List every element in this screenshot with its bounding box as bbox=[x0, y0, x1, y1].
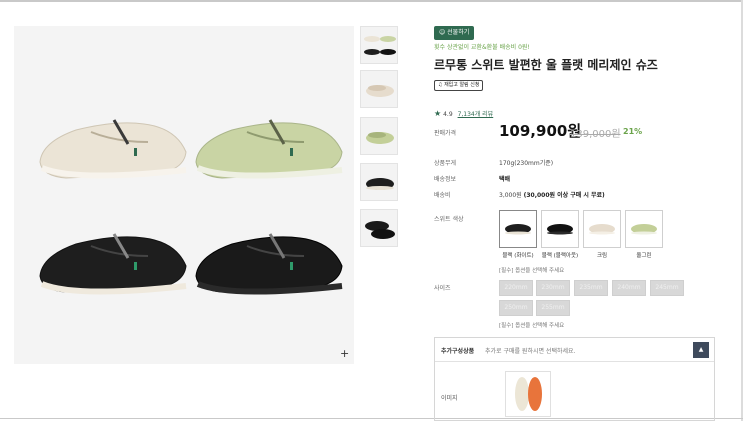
thumbnail-4[interactable] bbox=[360, 163, 398, 201]
black-white-shoe-swatch bbox=[505, 224, 531, 235]
spec-value-shipping: 택배 bbox=[499, 174, 510, 183]
cream-shoe-swatch bbox=[589, 224, 615, 235]
color-name: 블랙 (화이트) bbox=[502, 253, 534, 259]
insole-product-image[interactable] bbox=[505, 371, 551, 417]
color-swatch bbox=[499, 210, 537, 248]
color-option-all-green[interactable]: 올그린 bbox=[625, 210, 663, 259]
rating-score: 4.9 bbox=[443, 111, 453, 118]
spec-label-weight: 상품무게 bbox=[434, 160, 457, 167]
addon-image-label: 이미지 bbox=[441, 395, 458, 402]
spec-label-shipping: 배송정보 bbox=[434, 176, 457, 183]
thumbnail-2[interactable] bbox=[360, 70, 398, 108]
original-price: 139,000원 bbox=[570, 129, 621, 140]
color-name: 크림 bbox=[596, 253, 608, 259]
zoom-plus-icon[interactable]: + bbox=[340, 347, 349, 360]
thumbnail-sage-image bbox=[366, 132, 394, 144]
addon-header[interactable]: 추가구성상품 추가로 구매를 원하시면 선택하세요. ▲ bbox=[435, 338, 714, 362]
color-swatch bbox=[541, 210, 579, 248]
shoes-illustration bbox=[39, 119, 343, 295]
discount-rate: 21% bbox=[623, 127, 643, 136]
all-black-shoe-swatch bbox=[547, 224, 573, 235]
review-link[interactable]: 7,134개 리뷰 bbox=[458, 111, 494, 118]
price-label: 판매가격 bbox=[434, 130, 457, 137]
size-option-235[interactable]: 235mm bbox=[574, 280, 608, 296]
main-product-image[interactable] bbox=[14, 26, 354, 364]
size-option-245[interactable]: 245mm bbox=[650, 280, 684, 296]
sage-shoe bbox=[195, 119, 343, 179]
size-option-255[interactable]: 255mm bbox=[536, 300, 570, 316]
green-shoe-swatch bbox=[631, 224, 657, 235]
sale-price: 109,900원 bbox=[499, 122, 582, 140]
shipping-fee: 3,000원 bbox=[499, 192, 522, 199]
color-option-cream[interactable]: 크림 bbox=[583, 210, 621, 259]
color-name: 블랙 (블랙아웃) bbox=[541, 253, 579, 259]
all-black-shoe bbox=[195, 233, 343, 295]
size-option-240[interactable]: 240mm bbox=[612, 280, 646, 296]
restock-alert-button[interactable]: ♫ 재입고 알림 신청 bbox=[434, 80, 484, 91]
spec-value-fee: 3,000원 (30,000원 이상 구매 시 무료) bbox=[499, 190, 605, 199]
star-icon: ★ bbox=[434, 109, 442, 118]
thumbnail-black-pair-image bbox=[365, 221, 395, 239]
size-option-250[interactable]: 250mm bbox=[499, 300, 533, 316]
color-swatch bbox=[583, 210, 621, 248]
color-name: 올그린 bbox=[636, 253, 652, 259]
gift-badge[interactable]: ☺ 선물하기 bbox=[434, 26, 475, 40]
thumbnail-3[interactable] bbox=[360, 117, 398, 155]
product-title: 르무통 스위트 발편한 울 플랫 메리제인 슈즈 bbox=[434, 58, 658, 72]
cream-shoe bbox=[39, 119, 187, 179]
color-required-note: [필수] 옵션을 선택해 주세요 bbox=[499, 268, 565, 274]
size-option-220[interactable]: 220mm bbox=[499, 280, 533, 296]
thumbnail-black-image bbox=[366, 178, 394, 190]
size-option-230[interactable]: 230mm bbox=[536, 280, 570, 296]
addon-products-panel: 추가구성상품 추가로 구매를 원하시면 선택하세요. ▲ 이미지 bbox=[434, 337, 715, 421]
promo-text: 횟수 상관없이 교환&환불 배송비 0원! bbox=[434, 44, 530, 51]
thumbnail-1[interactable] bbox=[360, 26, 398, 64]
thumbnail-5[interactable] bbox=[360, 209, 398, 247]
free-shipping-condition: (30,000원 이상 구매 시 무료) bbox=[523, 192, 605, 199]
color-swatch bbox=[625, 210, 663, 248]
addon-title: 추가구성상품 bbox=[441, 348, 475, 355]
color-option-black-white[interactable]: 블랙 (화이트) bbox=[499, 210, 537, 259]
thumbnail-all-colors-image bbox=[364, 36, 396, 55]
spec-label-fee: 배송비 bbox=[434, 192, 451, 199]
collapse-toggle-icon[interactable]: ▲ bbox=[693, 342, 709, 358]
rating-row: ★ 4.9 7,134개 리뷰 bbox=[434, 109, 493, 118]
shipping-method: 택배 bbox=[499, 176, 511, 183]
addon-description: 추가로 구매를 원하시면 선택하세요. bbox=[485, 348, 576, 355]
size-required-note: [필수] 옵션을 선택해 주세요 bbox=[499, 323, 565, 329]
thumbnail-cream-image bbox=[366, 85, 394, 97]
spec-value-weight: 170g(230mm기준) bbox=[499, 160, 554, 167]
window-top-border bbox=[0, 0, 743, 2]
black-white-sole-shoe bbox=[39, 233, 187, 295]
size-option-label: 사이즈 bbox=[434, 285, 451, 292]
color-option-black-blackout[interactable]: 블랙 (블랙아웃) bbox=[541, 210, 579, 259]
insole-illustration bbox=[515, 377, 542, 411]
color-option-label: 스위트 색상 bbox=[434, 216, 464, 223]
